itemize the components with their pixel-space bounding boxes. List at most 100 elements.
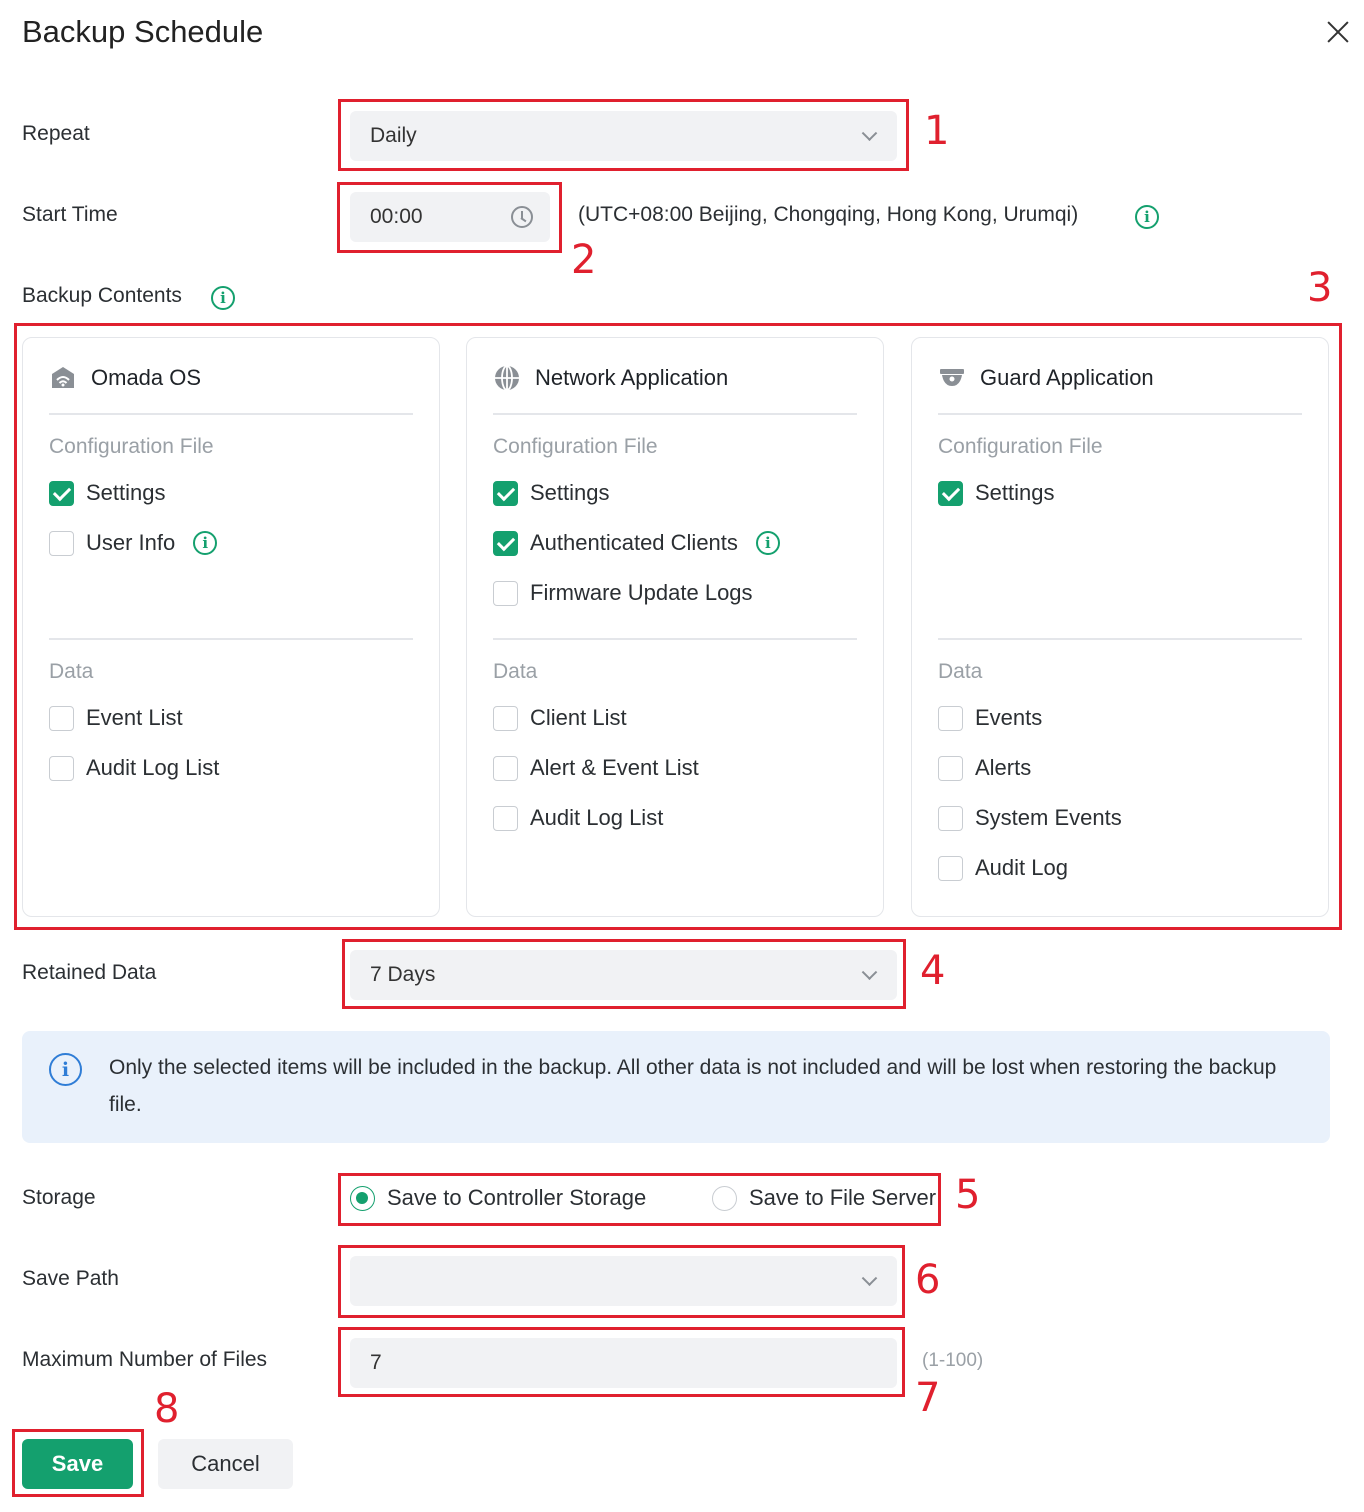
checkbox-label: Firmware Update Logs (530, 580, 753, 605)
divider (493, 638, 857, 640)
checkbox-unchecked-icon[interactable] (493, 580, 518, 606)
user-info-info-icon[interactable]: i (193, 531, 218, 555)
cancel-button[interactable]: Cancel (158, 1439, 293, 1489)
divider (49, 638, 413, 640)
checkbox-audit-log-list[interactable]: Audit Log List (493, 805, 663, 831)
checkbox-checked-icon[interactable] (938, 480, 963, 506)
close-icon[interactable] (1322, 16, 1354, 48)
checkbox-label: Audit Log (975, 855, 1068, 880)
checkbox-settings[interactable]: Settings (938, 480, 1055, 506)
annotation-number-1: 1 (924, 108, 950, 154)
checkbox-label: Event List (86, 705, 183, 730)
card-title: Network Application (535, 365, 729, 390)
checkbox-label: Alerts (975, 755, 1032, 780)
checkbox-settings[interactable]: Settings (493, 480, 610, 506)
radio-label: Save to File Server (749, 1185, 937, 1210)
storage-label: Storage (22, 1186, 96, 1209)
checkbox-alerts[interactable]: Alerts (938, 755, 1031, 781)
checkbox-unchecked-icon[interactable] (938, 705, 963, 731)
annotation-number-4: 4 (920, 948, 946, 994)
checkbox-unchecked-icon[interactable] (493, 705, 518, 731)
card-header: Network Application (493, 364, 728, 392)
backup-contents-info-icon[interactable]: i (211, 286, 235, 310)
save-button[interactable]: Save (22, 1439, 133, 1489)
card-header: Guard Application (938, 364, 1154, 392)
checkbox-checked-icon[interactable] (49, 480, 74, 506)
config-section-label: Configuration File (493, 435, 658, 458)
clock-icon (511, 206, 533, 228)
checkbox-label: Authenticated Clients (530, 530, 738, 555)
checkbox-label: Settings (975, 480, 1055, 505)
checkbox-audit-log[interactable]: Audit Log (938, 855, 1068, 881)
checkbox-label: System Events (975, 805, 1122, 830)
start-time-value: 00:00 (370, 205, 423, 228)
checkbox-events[interactable]: Events (938, 705, 1042, 731)
divider (938, 413, 1302, 415)
card-network-application: Network Application Configuration File S… (466, 337, 884, 917)
globe-icon (495, 365, 519, 391)
card-omada-os: Omada OS Configuration File Settings Use… (22, 337, 440, 917)
divider (938, 638, 1302, 640)
authenticated-clients-info-icon[interactable]: i (755, 531, 780, 555)
divider (49, 413, 413, 415)
backup-contents-label: Backup Contents (22, 284, 182, 307)
annotation-number-2: 2 (571, 237, 597, 283)
annotation-number-5: 5 (955, 1172, 981, 1218)
retained-data-select[interactable]: 7 Days (350, 950, 897, 1000)
checkbox-user-info[interactable]: User Info i (49, 530, 218, 556)
annotation-number-8: 8 (154, 1386, 180, 1432)
max-files-input[interactable]: 7 (350, 1338, 897, 1388)
router-icon (52, 367, 74, 388)
checkbox-settings[interactable]: Settings (49, 480, 166, 506)
checkbox-label: Audit Log List (530, 805, 664, 830)
checkbox-unchecked-icon[interactable] (493, 755, 518, 781)
checkbox-unchecked-icon[interactable] (938, 755, 963, 781)
checkbox-alert-event-list[interactable]: Alert & Event List (493, 755, 699, 781)
checkbox-system-events[interactable]: System Events (938, 805, 1122, 831)
start-time-label: Start Time (22, 203, 118, 226)
divider (493, 413, 857, 415)
radio-controller-storage[interactable]: Save to Controller Storage (350, 1185, 646, 1211)
info-icon: i (49, 1053, 82, 1086)
checkbox-audit-log-list[interactable]: Audit Log List (49, 755, 219, 781)
data-section-label: Data (49, 660, 94, 683)
radio-file-server[interactable]: Save to File Server (712, 1185, 936, 1211)
max-files-value: 7 (370, 1351, 382, 1374)
checkbox-unchecked-icon[interactable] (938, 805, 963, 831)
config-section-label: Configuration File (938, 435, 1103, 458)
checkbox-checked-icon[interactable] (493, 480, 518, 506)
checkbox-unchecked-icon[interactable] (49, 705, 74, 731)
checkbox-authenticated-clients[interactable]: Authenticated Clients i (493, 530, 780, 556)
checkbox-unchecked-icon[interactable] (938, 855, 963, 881)
radio-selected-icon[interactable] (350, 1185, 375, 1211)
checkbox-unchecked-icon[interactable] (493, 805, 518, 831)
checkbox-label: Alert & Event List (530, 755, 699, 780)
save-path-select[interactable] (350, 1256, 897, 1306)
timezone-info-icon[interactable]: i (1135, 205, 1159, 229)
data-section-label: Data (938, 660, 983, 683)
repeat-select[interactable]: Daily (350, 111, 897, 161)
checkbox-client-list[interactable]: Client List (493, 705, 627, 731)
annotation-number-3: 3 (1307, 265, 1333, 311)
checkbox-unchecked-icon[interactable] (49, 755, 74, 781)
checkbox-firmware-update-logs[interactable]: Firmware Update Logs (493, 580, 753, 606)
annotation-number-6: 6 (915, 1257, 941, 1303)
card-title: Guard Application (980, 365, 1154, 390)
repeat-value: Daily (370, 124, 417, 147)
repeat-label: Repeat (22, 122, 90, 145)
timezone-text: (UTC+08:00 Beijing, Chongqing, Hong Kong… (578, 203, 1079, 226)
config-section-label: Configuration File (49, 435, 214, 458)
chevron-down-icon (861, 964, 878, 981)
checkbox-checked-icon[interactable] (493, 530, 518, 556)
info-notice: i Only the selected items will be includ… (22, 1031, 1330, 1143)
start-time-picker[interactable]: 00:00 (350, 192, 550, 242)
chevron-down-icon (861, 125, 878, 142)
checkbox-event-list[interactable]: Event List (49, 705, 183, 731)
checkbox-label: Settings (86, 480, 166, 505)
radio-unselected-icon[interactable] (712, 1185, 737, 1211)
checkbox-label: Audit Log List (86, 755, 220, 780)
camera-icon (940, 369, 964, 386)
checkbox-label: Settings (530, 480, 610, 505)
retained-data-label: Retained Data (22, 961, 157, 984)
checkbox-unchecked-icon[interactable] (49, 530, 74, 556)
